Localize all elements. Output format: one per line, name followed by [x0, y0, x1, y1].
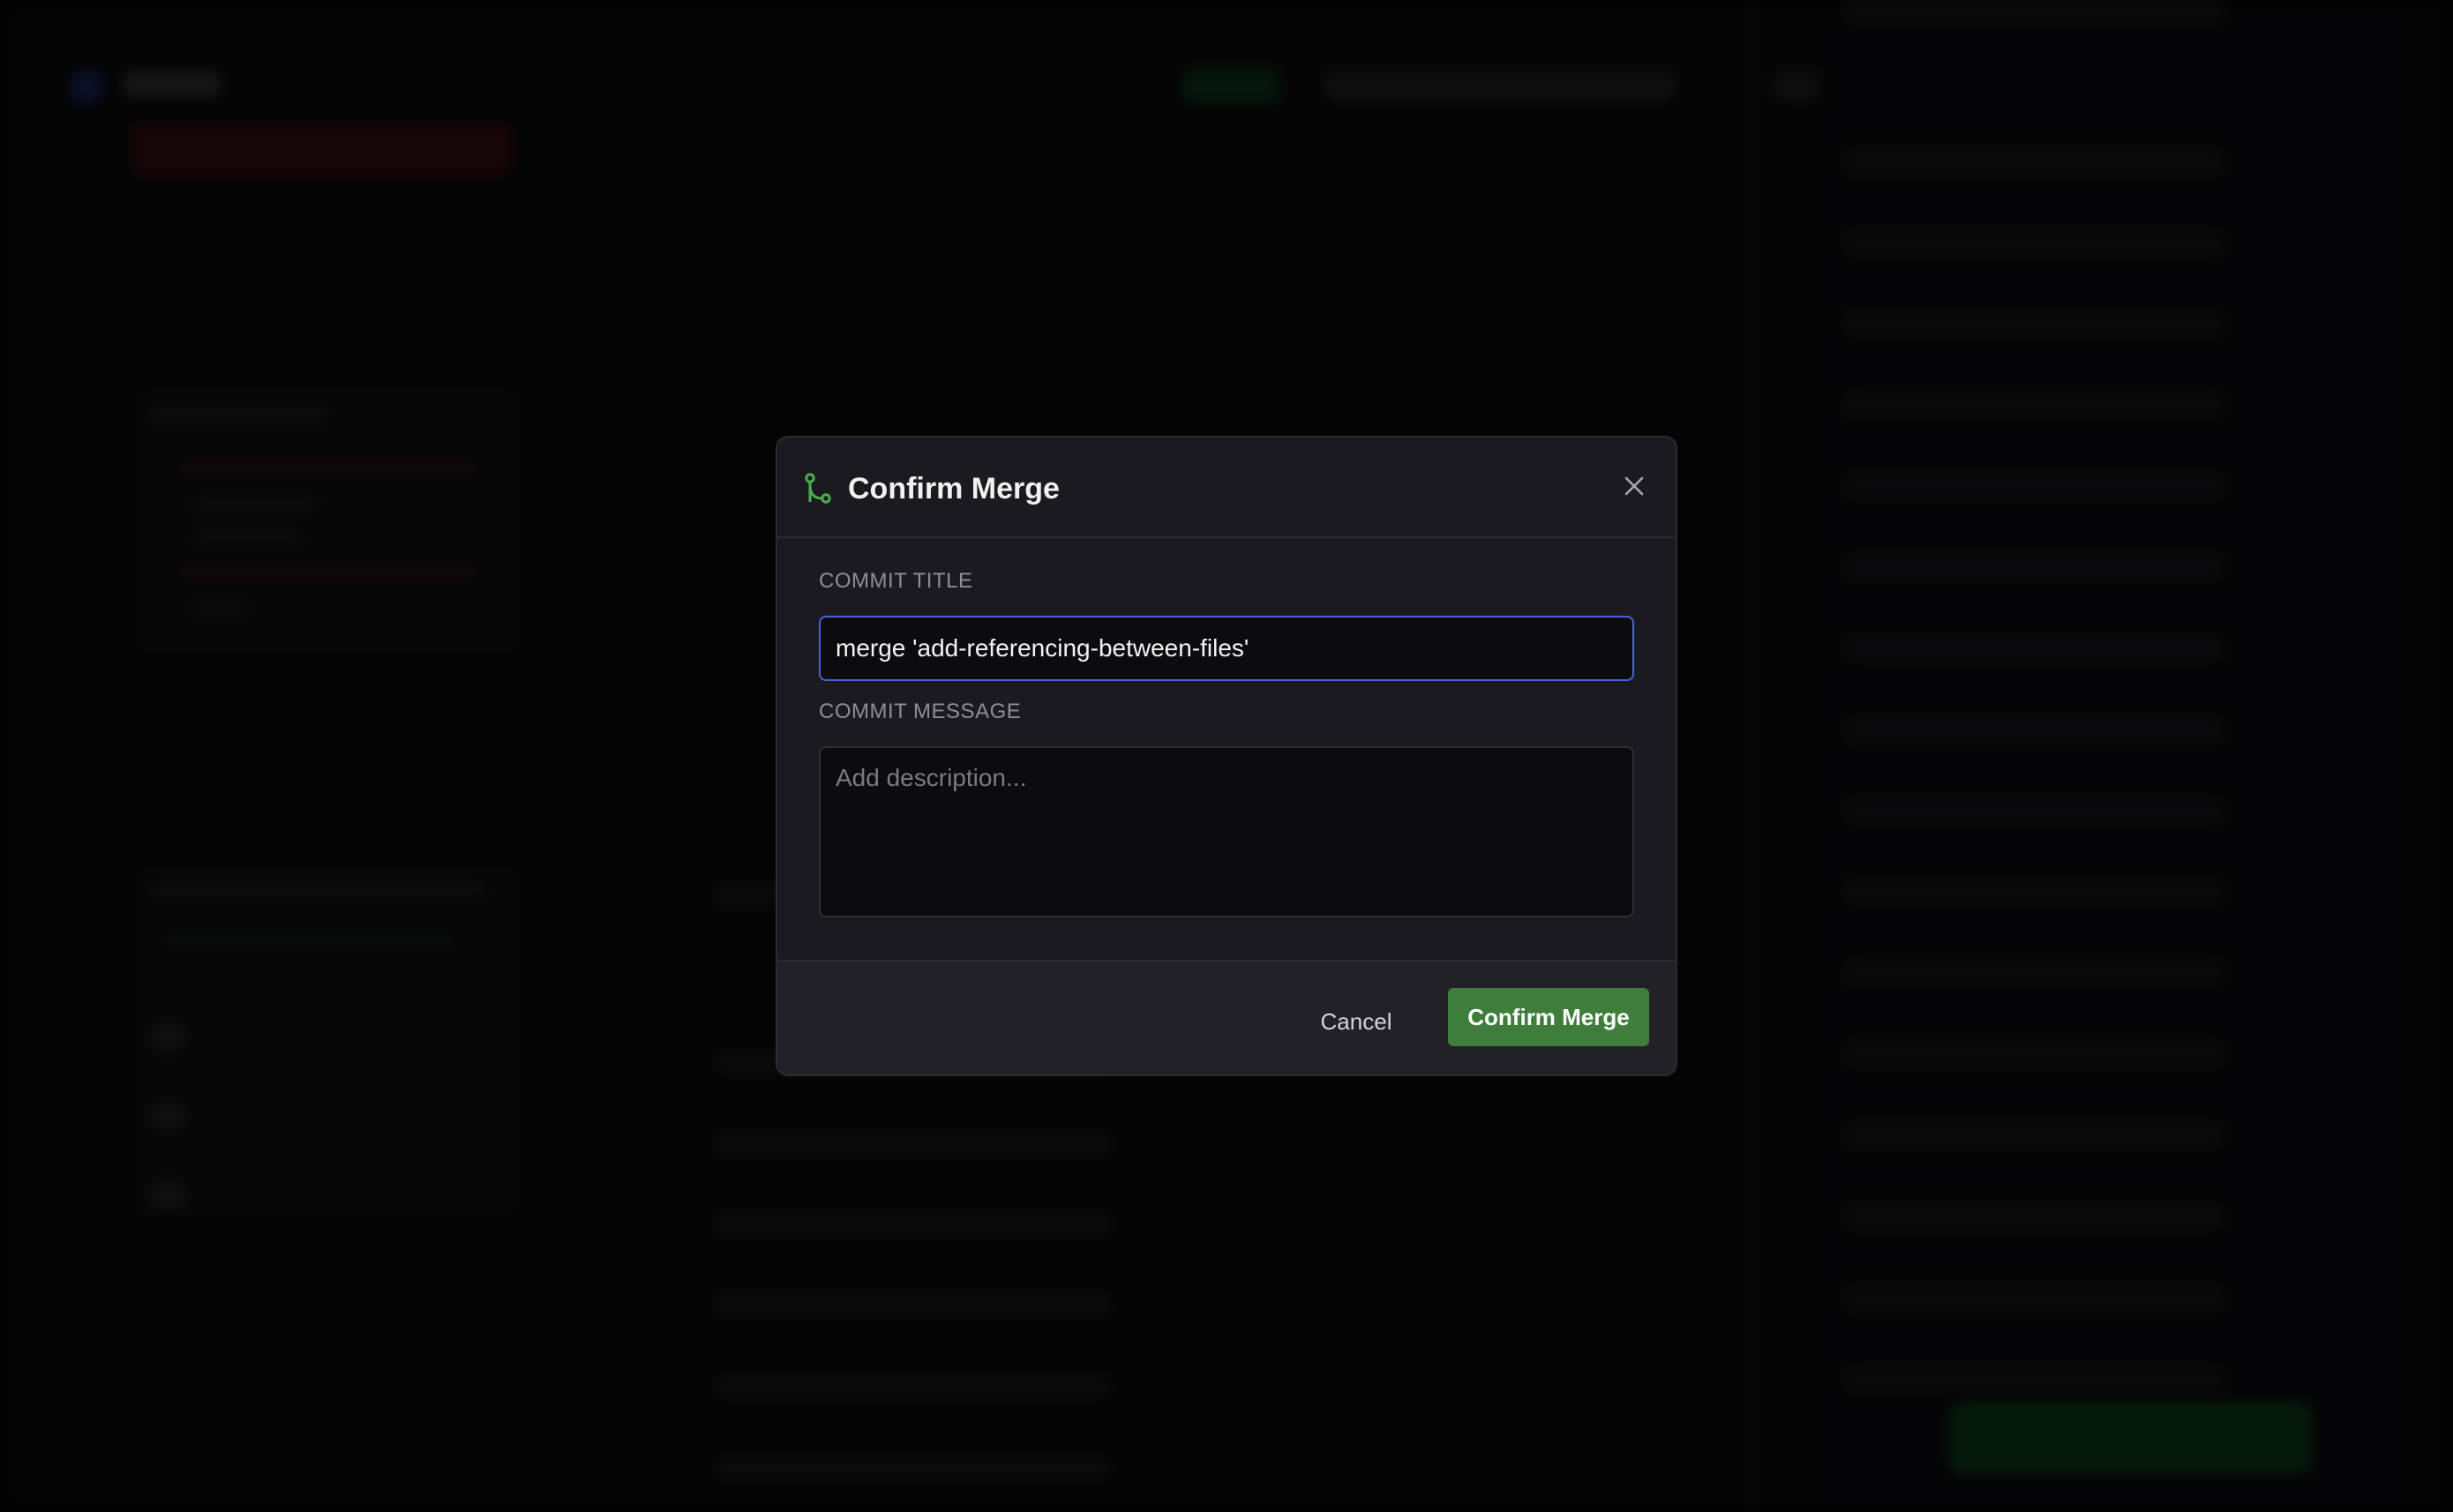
confirm-merge-dialog: Confirm Merge COMMIT TITLE COMMIT MESSAG…	[776, 436, 1677, 1076]
git-merge-icon	[805, 473, 831, 504]
commit-title-label: COMMIT TITLE	[819, 569, 973, 593]
dialog-header: Confirm Merge	[777, 438, 1676, 538]
close-icon[interactable]	[1619, 471, 1649, 501]
commit-message-label: COMMIT MESSAGE	[819, 700, 1022, 723]
commit-title-input[interactable]	[819, 616, 1634, 681]
dialog-title: Confirm Merge	[848, 472, 1060, 505]
confirm-merge-button[interactable]: Confirm Merge	[1448, 988, 1649, 1046]
cancel-button[interactable]: Cancel	[1307, 993, 1406, 1050]
dialog-footer: Cancel Confirm Merge	[777, 960, 1676, 1074]
commit-message-textarea[interactable]	[819, 746, 1634, 917]
